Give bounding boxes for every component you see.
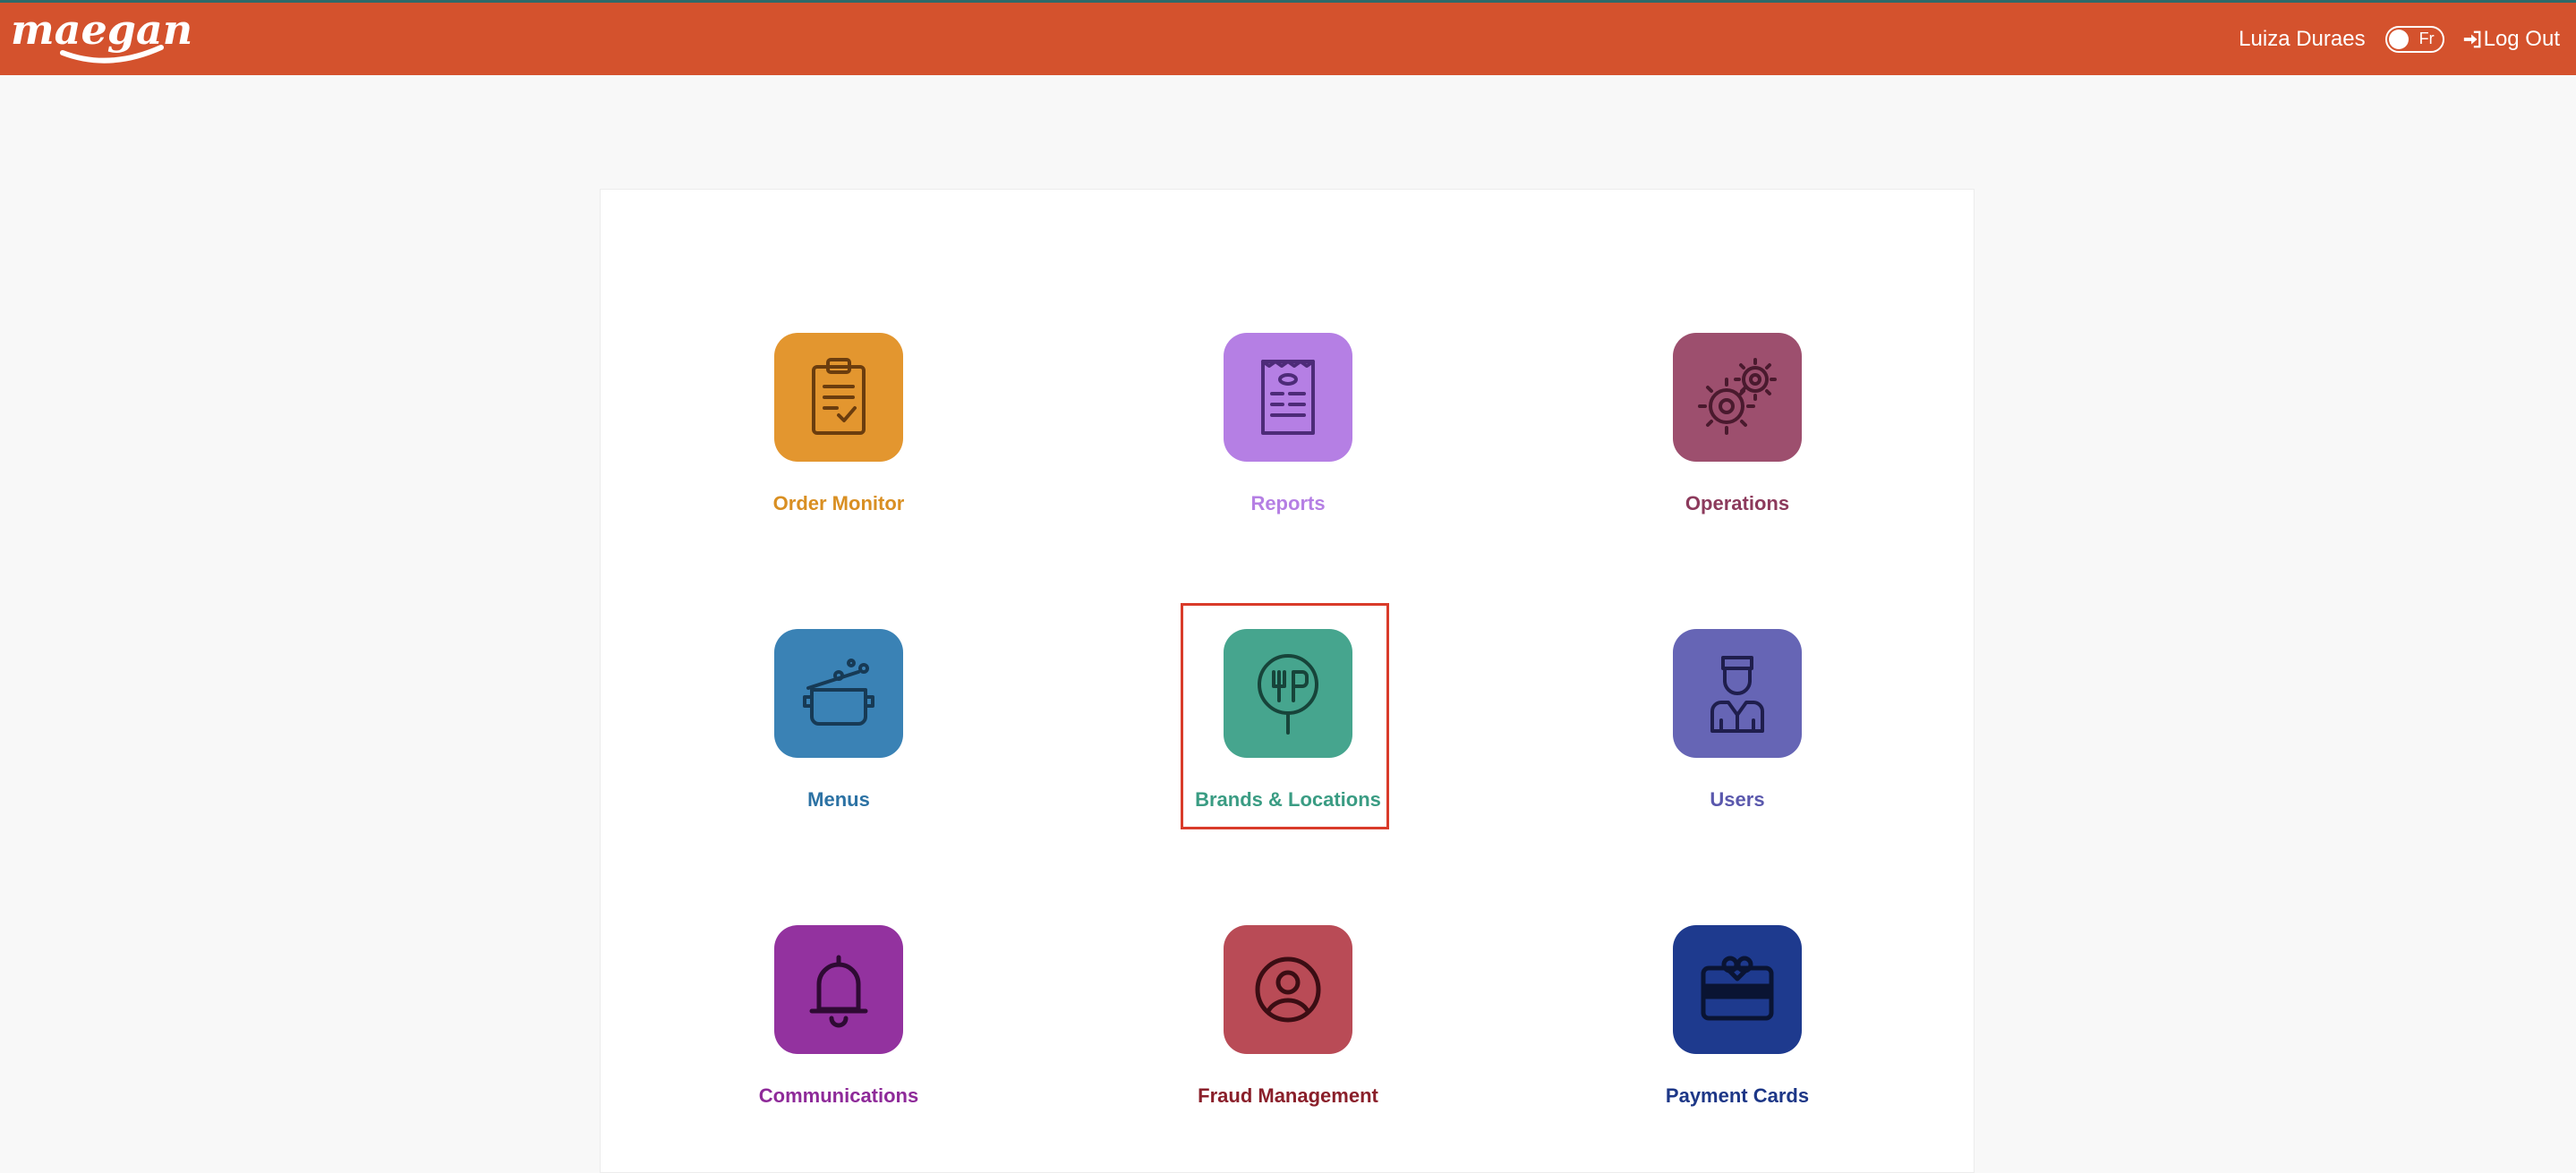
tile-label-menus: Menus — [807, 788, 870, 811]
users-icon-tile — [1673, 629, 1802, 758]
svg-text:maegan: maegan — [11, 6, 192, 54]
gears-icon — [1698, 358, 1777, 435]
maegan-logo[interactable]: maegan — [11, 6, 202, 69]
tile-communications[interactable]: Communications — [660, 925, 1018, 1140]
user-circle-icon — [1255, 956, 1321, 1023]
order-monitor-icon-tile — [774, 333, 903, 462]
tile-label-reports: Reports — [1250, 492, 1326, 514]
user-name: Luiza Duraes — [2239, 26, 2366, 51]
bell-icon — [809, 955, 868, 1028]
communications-icon-tile — [774, 925, 903, 1054]
gift-card-icon — [1701, 956, 1774, 1021]
receipt-icon — [1261, 360, 1315, 435]
top-navigation-bar: maegan Luiza Duraes Fr Log Out — [0, 0, 2576, 75]
operations-icon-tile — [1673, 333, 1802, 462]
logout-button[interactable]: Log Out — [2462, 27, 2560, 52]
restaurant-pin-icon — [1258, 654, 1318, 735]
tile-label-order-monitor: Order Monitor — [772, 492, 905, 514]
fraud-management-icon-tile — [1224, 925, 1352, 1054]
clipboard-check-icon — [812, 358, 866, 435]
tile-fraud-management[interactable]: Fraud Management — [1109, 925, 1467, 1140]
brands-locations-icon-tile — [1224, 629, 1352, 758]
reports-icon-tile — [1224, 333, 1352, 462]
chef-icon — [1710, 656, 1764, 733]
menus-icon-tile — [774, 629, 903, 758]
tile-label-communications: Communications — [758, 1084, 919, 1107]
language-toggle[interactable]: Fr — [2384, 25, 2444, 53]
user-area: Luiza Duraes Fr Log Out — [2239, 3, 2560, 75]
tile-label-users: Users — [1710, 788, 1765, 811]
logout-label: Log Out — [2483, 26, 2560, 51]
tile-label-fraud-management: Fraud Management — [1198, 1084, 1378, 1107]
modules-card: Order Monitor Reports Operations Menus B… — [600, 189, 1975, 1173]
tile-payment-cards[interactable]: Payment Cards — [1558, 925, 1916, 1140]
language-toggle-label: Fr — [2418, 29, 2435, 47]
sign-out-icon — [2463, 30, 2480, 47]
tile-menus[interactable]: Menus — [660, 629, 1018, 844]
tile-brands-locations[interactable]: Brands & Locations — [1109, 629, 1467, 844]
cooking-pot-icon — [803, 659, 874, 726]
tile-label-operations: Operations — [1685, 492, 1790, 514]
tile-users[interactable]: Users — [1558, 629, 1916, 844]
tile-label-payment-cards: Payment Cards — [1665, 1084, 1810, 1107]
toggle-knob — [2388, 29, 2409, 49]
payment-cards-icon-tile — [1673, 925, 1802, 1054]
tile-label-brands-locations: Brands & Locations — [1195, 788, 1381, 811]
tile-operations[interactable]: Operations — [1558, 333, 1916, 548]
tile-order-monitor[interactable]: Order Monitor — [660, 333, 1018, 548]
tile-reports[interactable]: Reports — [1109, 333, 1467, 548]
